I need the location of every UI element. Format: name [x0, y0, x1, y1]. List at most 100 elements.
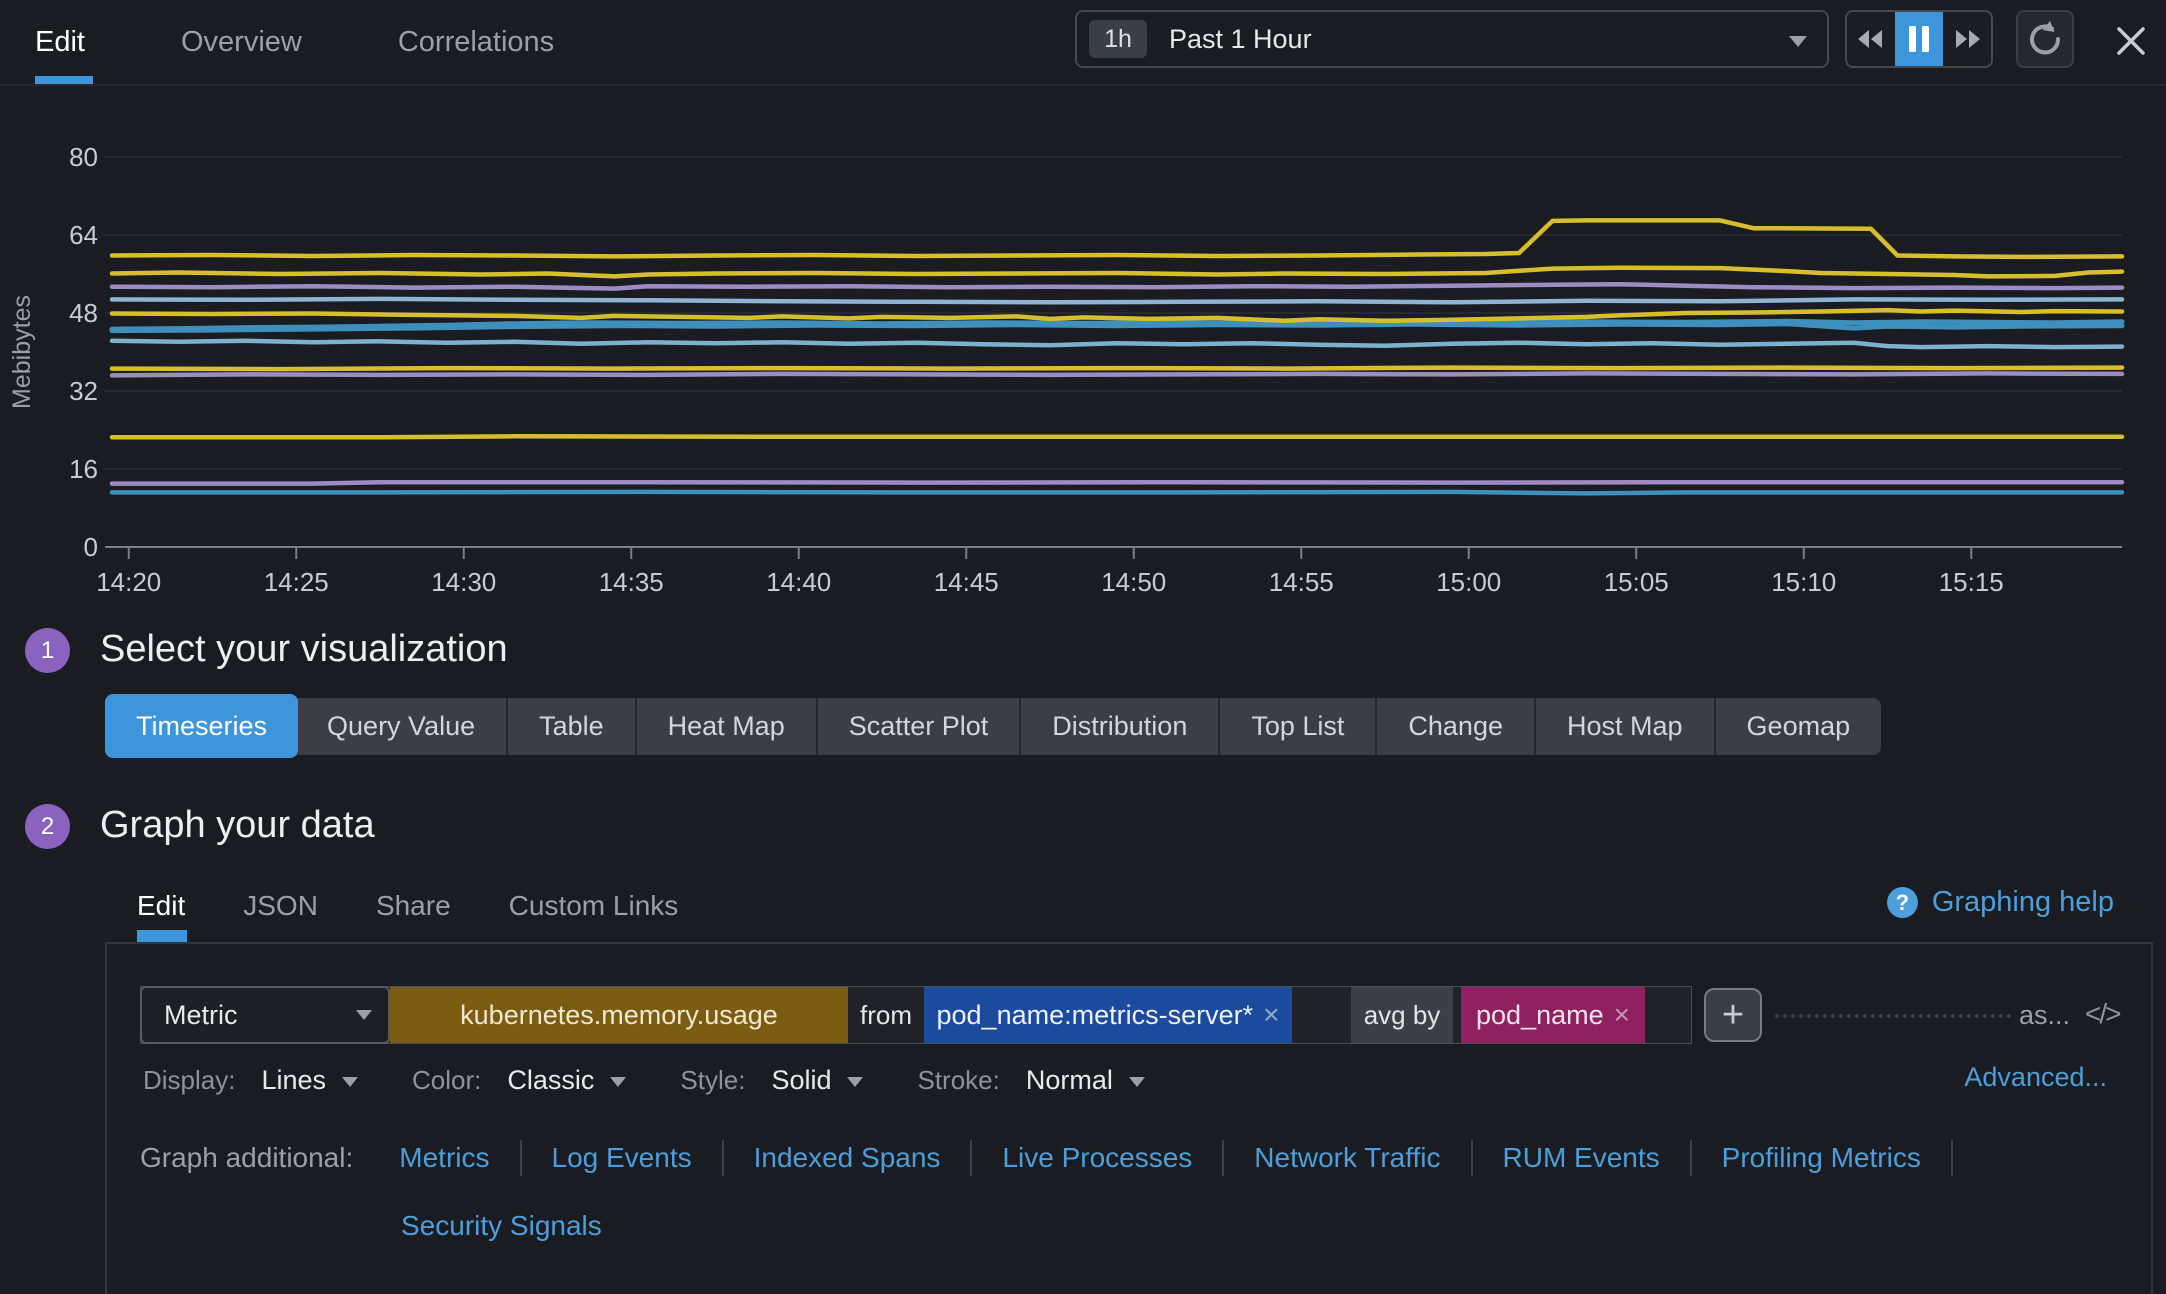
step-2-title: Graph your data: [100, 804, 375, 847]
close-button[interactable]: [2108, 18, 2154, 64]
svg-text:16: 16: [69, 454, 98, 484]
svg-text:48: 48: [69, 298, 98, 328]
time-range-badge: 1h: [1089, 20, 1147, 58]
query-source-dropdown[interactable]: Metric: [140, 986, 390, 1044]
link-separator: [1471, 1140, 1473, 1176]
viz-option-host-map[interactable]: Host Map: [1536, 698, 1716, 755]
style-label: Style:: [680, 1065, 745, 1096]
svg-text:32: 32: [69, 376, 98, 406]
code-icon[interactable]: </>: [2085, 998, 2119, 1030]
svg-text:15:10: 15:10: [1771, 567, 1836, 597]
aggregator-chip[interactable]: avg by: [1351, 987, 1453, 1043]
playback-controls: [1845, 10, 1993, 68]
link-rum-events[interactable]: RUM Events: [1503, 1142, 1660, 1174]
metric-editor-modal: 14:2014:2514:3014:3514:4014:4514:5014:55…: [0, 0, 2166, 1294]
link-separator: [970, 1140, 972, 1176]
link-metrics[interactable]: Metrics: [399, 1142, 489, 1174]
add-query-button[interactable]: +: [1704, 988, 1762, 1042]
stroke-value-dropdown[interactable]: Normal: [1026, 1065, 1113, 1096]
fast-forward-icon: [1953, 29, 1981, 49]
stroke-label: Stroke:: [917, 1065, 999, 1096]
viz-option-heat-map[interactable]: Heat Map: [637, 698, 818, 755]
svg-text:14:45: 14:45: [934, 567, 999, 597]
graph-editor-tabs: Edit JSON Share Custom Links: [137, 890, 736, 922]
graph-additional-row-2: Security Signals: [401, 1210, 602, 1242]
viz-option-timeseries[interactable]: Timeseries: [105, 694, 298, 758]
as-alias-button[interactable]: as...: [2019, 1000, 2070, 1031]
group-by-chip[interactable]: pod_name ×: [1461, 987, 1645, 1043]
filter-tag-chip[interactable]: pod_name:metrics-server* ×: [924, 987, 1292, 1043]
metric-name-field[interactable]: kubernetes.memory.usage: [390, 987, 848, 1043]
question-circle-icon: ?: [1887, 887, 1918, 918]
display-value-dropdown[interactable]: Lines: [261, 1065, 326, 1096]
svg-text:14:50: 14:50: [1101, 567, 1166, 597]
step-1-title: Select your visualization: [100, 628, 508, 671]
timeseries-chart[interactable]: 14:2014:2514:3014:3514:4014:4514:5014:55…: [0, 0, 2166, 606]
display-label: Display:: [143, 1065, 235, 1096]
svg-text:14:35: 14:35: [599, 567, 664, 597]
svg-text:15:00: 15:00: [1436, 567, 1501, 597]
viz-option-table[interactable]: Table: [508, 698, 637, 755]
link-separator: [722, 1140, 724, 1176]
query-source-label: Metric: [164, 1000, 238, 1031]
chevron-down-icon: [356, 1010, 372, 1020]
time-range-label: Past 1 Hour: [1169, 24, 1312, 55]
tab-correlations[interactable]: Correlations: [398, 26, 554, 59]
remove-filter-icon[interactable]: ×: [1263, 1001, 1279, 1029]
viz-option-distribution[interactable]: Distribution: [1021, 698, 1220, 755]
color-label: Color:: [412, 1065, 481, 1096]
viz-option-top-list[interactable]: Top List: [1220, 698, 1377, 755]
link-live-processes[interactable]: Live Processes: [1002, 1142, 1192, 1174]
select-visualization-section: 1 Select your visualization Timeseries Q…: [0, 612, 2166, 798]
link-separator: [1690, 1140, 1692, 1176]
link-network-traffic[interactable]: Network Traffic: [1254, 1142, 1440, 1174]
viz-option-change[interactable]: Change: [1377, 698, 1536, 755]
display-options-row: Display: Lines Color: Classic Style: Sol…: [143, 1060, 1199, 1100]
close-icon: [2115, 25, 2147, 57]
link-separator: [520, 1140, 522, 1176]
active-tab-indicator: [137, 930, 187, 942]
chevron-down-icon[interactable]: [1129, 1077, 1145, 1087]
viz-option-query-value[interactable]: Query Value: [296, 698, 508, 755]
link-separator: [1222, 1140, 1224, 1176]
link-security-signals[interactable]: Security Signals: [401, 1210, 602, 1241]
viz-option-scatter-plot[interactable]: Scatter Plot: [818, 698, 1022, 755]
style-value-dropdown[interactable]: Solid: [771, 1065, 831, 1096]
query-connector-line: [1775, 1014, 2011, 1018]
chevron-down-icon[interactable]: [342, 1077, 358, 1087]
link-profiling-metrics[interactable]: Profiling Metrics: [1722, 1142, 1921, 1174]
query-spacer[interactable]: [1292, 987, 1351, 1043]
chevron-down-icon[interactable]: [610, 1077, 626, 1087]
remove-group-icon[interactable]: ×: [1614, 1001, 1630, 1029]
svg-text:14:55: 14:55: [1269, 567, 1334, 597]
chevron-down-icon: [1789, 36, 1807, 47]
color-value-dropdown[interactable]: Classic: [507, 1065, 594, 1096]
visualization-switcher: Timeseries Query Value Table Heat Map Sc…: [105, 694, 1881, 758]
tab-graph-json[interactable]: JSON: [243, 890, 318, 922]
tab-graph-custom-links[interactable]: Custom Links: [509, 890, 679, 922]
from-label: from: [848, 987, 924, 1043]
advanced-link[interactable]: Advanced...: [1964, 1062, 2107, 1093]
tab-overview[interactable]: Overview: [181, 26, 302, 59]
viz-option-geomap[interactable]: Geomap: [1716, 698, 1882, 755]
step-1-badge: 1: [25, 628, 70, 673]
pause-button[interactable]: [1895, 12, 1943, 66]
pause-icon: [1907, 25, 1931, 53]
time-range-picker[interactable]: 1h Past 1 Hour: [1075, 10, 1829, 68]
link-indexed-spans[interactable]: Indexed Spans: [754, 1142, 941, 1174]
chevron-down-icon[interactable]: [847, 1077, 863, 1087]
rewind-button[interactable]: [1847, 12, 1895, 66]
step-2-badge: 2: [25, 804, 70, 849]
graphing-help-link[interactable]: ? Graphing help: [1887, 886, 2114, 919]
svg-text:64: 64: [69, 220, 98, 250]
fast-forward-button[interactable]: [1943, 12, 1991, 66]
svg-text:14:25: 14:25: [264, 567, 329, 597]
refresh-icon: [2026, 20, 2064, 58]
tab-graph-edit[interactable]: Edit: [137, 890, 185, 922]
refresh-button[interactable]: [2016, 10, 2074, 68]
svg-text:80: 80: [69, 142, 98, 172]
link-log-events[interactable]: Log Events: [552, 1142, 692, 1174]
tab-graph-share[interactable]: Share: [376, 890, 451, 922]
tab-edit[interactable]: Edit: [35, 26, 85, 59]
svg-text:14:20: 14:20: [96, 567, 161, 597]
